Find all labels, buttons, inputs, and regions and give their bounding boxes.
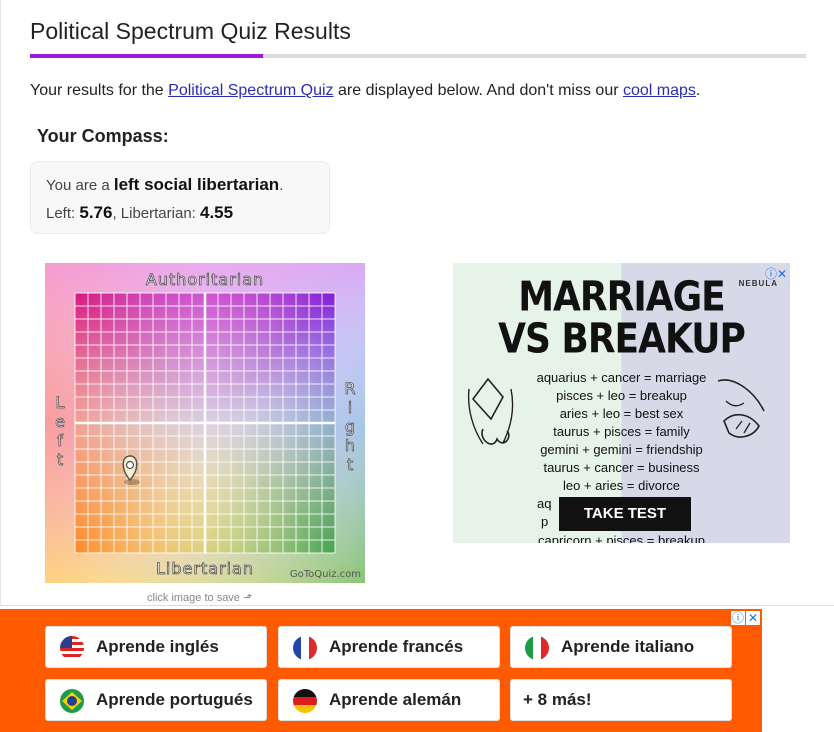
page: Political Spectrum Quiz Results Your res…	[0, 0, 834, 732]
result-box: You are a left social libertarian. Left:…	[30, 161, 330, 234]
learn-german-button[interactable]: Aprende alemán	[278, 679, 500, 721]
lang-label: Aprende alemán	[329, 690, 462, 709]
ad-line: taurus + cancer = business	[543, 460, 700, 475]
page-title: Political Spectrum Quiz Results	[30, 18, 351, 44]
bottom-ad-banner: ⓘ ✕ Aprende inglés Aprende francés Apren…	[0, 605, 834, 732]
language-ad[interactable]: ⓘ ✕ Aprende inglés Aprende francés Apren…	[0, 609, 762, 732]
ad-line: aries + leo = best sex	[559, 406, 684, 421]
left-score-label: Left:	[46, 205, 80, 222]
political-compass-image[interactable]: Authoritarian Libertarian Left Right GoT…	[45, 263, 365, 583]
compass-right-label: Right	[341, 379, 360, 474]
brazil-flag-icon	[60, 689, 84, 713]
click-to-save-hint: click image to save ⬏	[147, 592, 253, 604]
italy-flag-icon	[525, 636, 549, 660]
hands-drawing-right-icon	[717, 379, 765, 438]
compass-bottom-label: Libertarian	[156, 559, 254, 578]
result-value: left social libertarian	[113, 175, 280, 194]
intro-suffix: .	[695, 82, 701, 99]
compass-top-label: Authoritarian	[146, 270, 264, 289]
compass-heading: Your Compass:	[37, 126, 169, 146]
intro-middle: are displayed below. And don't miss our	[333, 82, 623, 99]
compass-watermark: GoToQuiz.com	[290, 569, 361, 580]
ad-marriage-vs-breakup[interactable]: ⓘ✕ NEBULA MARRIAGE VS BREAKUP aquarius +…	[453, 263, 790, 543]
quiz-link[interactable]: Political Spectrum Quiz	[168, 82, 333, 99]
hands-drawing-left-icon	[467, 377, 514, 445]
learn-english-button[interactable]: Aprende inglés	[45, 626, 267, 668]
ad-headline-1: MARRIAGE	[518, 273, 726, 322]
left-divider	[0, 0, 1, 605]
ad-line-cut: capricorn + pisces = breakup	[538, 533, 705, 543]
france-flag-icon	[293, 636, 317, 660]
ad-headline-2: VS BREAKUP	[498, 315, 746, 364]
result-summary: You are a left social libertarian.	[46, 175, 283, 195]
result-prefix: You are a	[46, 177, 114, 194]
lang-label: Aprende francés	[329, 637, 464, 656]
result-suffix: .	[279, 177, 284, 194]
ad-line: aquarius + cancer = marriage	[536, 370, 707, 385]
lang-label: Aprende inglés	[96, 637, 219, 656]
cool-maps-link[interactable]: cool maps	[623, 82, 696, 99]
ad-line: taurus + pisces = family	[553, 424, 690, 439]
us-flag-icon	[60, 636, 84, 660]
more-languages-button[interactable]: + 8 más!	[510, 679, 732, 721]
ad-info-close-icon[interactable]: ⓘ✕	[730, 611, 760, 625]
intro-text: Your results for the Political Spectrum …	[30, 82, 700, 100]
libertarian-score-value: 4.55	[200, 203, 234, 222]
lang-label: Aprende portugués	[96, 690, 253, 709]
lang-label: Aprende italiano	[561, 637, 695, 656]
ad-line: gemini + gemini = friendship	[540, 442, 703, 457]
compass-left-label: Left	[51, 393, 70, 469]
learn-italian-button[interactable]: Aprende italiano	[510, 626, 732, 668]
libertarian-score-label: , Libertarian:	[112, 205, 200, 222]
title-underline-accent	[30, 54, 263, 58]
intro-prefix: Your results for the	[30, 82, 169, 99]
left-score-value: 5.76	[79, 203, 113, 222]
learn-french-button[interactable]: Aprende francés	[278, 626, 500, 668]
ad-line: leo + aries = divorce	[562, 478, 681, 493]
learn-portuguese-button[interactable]: Aprende portugués	[45, 679, 267, 721]
take-test-button[interactable]: TAKE TEST	[559, 497, 691, 531]
lang-label: + 8 más!	[523, 690, 592, 709]
result-scores: Left: 5.76, Libertarian: 4.55	[46, 203, 233, 223]
ad-line: pisces + leo = breakup	[556, 388, 687, 403]
germany-flag-icon	[293, 689, 317, 713]
